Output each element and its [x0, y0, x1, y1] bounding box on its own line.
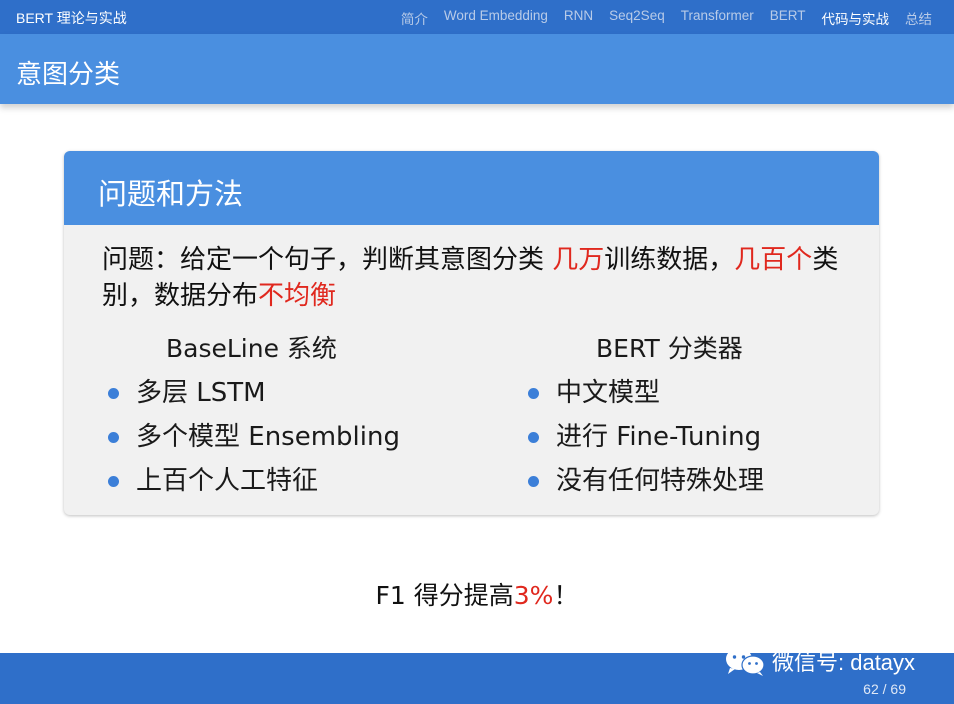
- nav-item-intro[interactable]: 简介: [401, 8, 428, 28]
- conclusion-prefix: F1 得分提高: [375, 581, 514, 610]
- bullet-icon: [528, 432, 539, 443]
- content-block: 问题和方法 问题：给定一个句子，判断其意图分类 几万训练数据，几百个类别，数据分…: [64, 151, 879, 515]
- frame-title: 意图分类: [16, 60, 121, 90]
- nav-item-bert[interactable]: BERT: [770, 8, 806, 28]
- section-nav: 简介 Word Embedding RNN Seq2Seq Transforme…: [401, 8, 932, 28]
- block-title: 问题和方法: [98, 177, 244, 211]
- list-item: 多层 LSTM: [104, 375, 464, 419]
- page-number: 62 / 69: [863, 681, 906, 697]
- list-item: 没有任何特殊处理: [524, 463, 864, 507]
- problem-statement: 问题：给定一个句子，判断其意图分类 几万训练数据，几百个类别，数据分布不均衡: [102, 242, 847, 314]
- bullet-icon: [108, 476, 119, 487]
- block-header: 问题和方法: [64, 151, 879, 225]
- baseline-heading: BaseLine 系统: [166, 334, 337, 363]
- list-item-label: 进行 Fine-Tuning: [556, 422, 762, 452]
- nav-item-summary[interactable]: 总结: [905, 8, 932, 28]
- list-item-label: 中文模型: [556, 378, 661, 408]
- list-item: 中文模型: [524, 375, 864, 419]
- baseline-list: 多层 LSTM 多个模型 Ensembling 上百个人工特征: [104, 375, 464, 507]
- list-item: 上百个人工特征: [104, 463, 464, 507]
- frame-title-bar: 意图分类: [0, 34, 954, 104]
- bert-list: 中文模型 进行 Fine-Tuning 没有任何特殊处理: [524, 375, 864, 507]
- bullet-icon: [108, 388, 119, 399]
- nav-item-transformer[interactable]: Transformer: [681, 8, 754, 28]
- nav-item-seq2seq[interactable]: Seq2Seq: [609, 8, 665, 28]
- conclusion-suffix: ！: [553, 581, 579, 610]
- bullet-icon: [528, 388, 539, 399]
- bullet-icon: [528, 476, 539, 487]
- wechat-icon: [726, 648, 765, 676]
- list-item-label: 上百个人工特征: [136, 466, 319, 496]
- list-item-label: 多层 LSTM: [136, 378, 266, 408]
- list-item-label: 没有任何特殊处理: [556, 466, 765, 496]
- bert-heading: BERT 分类器: [596, 334, 743, 363]
- bert-column: BERT 分类器 中文模型 进行 Fine-Tuning 没有任何特殊处理: [524, 329, 864, 507]
- list-item: 进行 Fine-Tuning: [524, 419, 864, 463]
- bullet-icon: [108, 432, 119, 443]
- list-item-label: 多个模型 Ensembling: [136, 422, 400, 452]
- deck-title[interactable]: BERT 理论与实战: [16, 8, 127, 28]
- list-item: 多个模型 Ensembling: [104, 419, 464, 463]
- problem-highlight-3: 不均衡: [258, 281, 337, 311]
- problem-text-1: 问题：给定一个句子，判断其意图分类: [102, 245, 553, 275]
- nav-item-word-embedding[interactable]: Word Embedding: [444, 8, 548, 28]
- nav-item-rnn[interactable]: RNN: [564, 8, 593, 28]
- wechat-id: 微信号: datayx: [772, 650, 916, 675]
- baseline-column: BaseLine 系统 多层 LSTM 多个模型 Ensembling 上百个人…: [104, 329, 464, 507]
- problem-text-2: 训练数据，: [604, 245, 735, 275]
- conclusion-text: F1 得分提高3%！: [0, 576, 954, 612]
- problem-highlight-2: 几百个: [734, 245, 813, 275]
- problem-highlight-1: 几万: [552, 245, 605, 275]
- conclusion-highlight: 3%: [513, 581, 554, 610]
- nav-item-code-practice[interactable]: 代码与实战: [822, 8, 890, 28]
- wechat-watermark: 微信号: datayx: [724, 645, 915, 677]
- top-nav-bar: BERT 理论与实战 简介 Word Embedding RNN Seq2Seq…: [0, 0, 954, 34]
